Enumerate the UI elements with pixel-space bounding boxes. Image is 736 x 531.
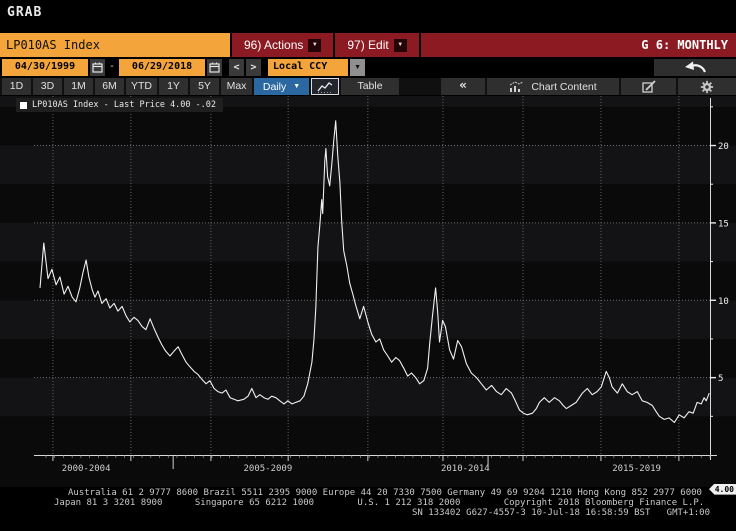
actions-menu[interactable]: 96) Actions ▼: [232, 33, 333, 57]
price-change-value: -.02: [195, 100, 217, 110]
frequency-select[interactable]: Daily ▼: [254, 78, 309, 95]
period-buttons: 1D 3D 1M 6M YTD 1Y 5Y Max: [2, 78, 252, 95]
period-button-ytd[interactable]: YTD: [126, 78, 157, 95]
series-swatch: [20, 101, 27, 109]
period-button-1d[interactable]: 1D: [2, 78, 31, 95]
period-button-max[interactable]: Max: [221, 78, 252, 95]
terminal-footer: Australia 61 2 9777 8600 Brazil 5511 239…: [0, 488, 736, 518]
period-button-6m[interactable]: 6M: [95, 78, 124, 95]
svg-text:5: 5: [718, 374, 723, 384]
chevron-right-icon[interactable]: >: [246, 59, 262, 76]
bloomberg-terminal-window: GRAB LP010AS Index 96) Actions ▼ 97) Edi…: [0, 0, 736, 531]
svg-text:2005-2009: 2005-2009: [243, 464, 292, 474]
undo-icon: [685, 61, 707, 73]
ticker-field[interactable]: LP010AS Index: [0, 33, 230, 57]
settings-button[interactable]: [678, 78, 736, 95]
svg-text:2000-2004: 2000-2004: [62, 464, 111, 474]
security-bar: LP010AS Index 96) Actions ▼ 97) Edit ▼ G…: [0, 33, 736, 57]
chevron-left-icon[interactable]: <: [229, 59, 245, 76]
price-chart[interactable]: 5 10 15 20 2000-2004 2005-2009 2010-2014 2015-2…: [0, 96, 736, 495]
annotate-button[interactable]: [621, 78, 676, 95]
chart-canvas[interactable]: 5 10 15 20 2000-2004 2005-2009 2010-2014 2015-2…: [0, 96, 736, 487]
svg-text:15: 15: [718, 219, 729, 229]
last-price-value: 4.00: [170, 100, 191, 110]
actions-label: 96) Actions: [244, 38, 304, 52]
period-button-1m[interactable]: 1M: [64, 78, 93, 95]
chevron-down-icon: ▼: [308, 38, 322, 52]
calendar-icon[interactable]: [207, 59, 223, 76]
edit-label: 97) Edit: [347, 38, 389, 52]
chevron-down-icon: ▼: [393, 38, 407, 52]
start-date-input[interactable]: 04/30/1999: [2, 59, 88, 76]
line-chart-icon: [317, 81, 333, 93]
chart-tools: « Chart Content: [441, 78, 736, 95]
period-button-1y[interactable]: 1Y: [159, 78, 188, 95]
period-button-3d[interactable]: 3D: [33, 78, 62, 95]
svg-text:20: 20: [718, 142, 729, 152]
divider: [418, 33, 421, 57]
svg-text:10: 10: [718, 297, 729, 307]
chevron-down-icon: ▼: [293, 83, 301, 90]
gear-icon: [700, 80, 714, 93]
currency-select[interactable]: Local CCY: [268, 59, 349, 76]
range-bar: 04/30/1999 - 06/29/2018 < > Local CCY ▼: [0, 59, 736, 76]
chart-view-label: G 6: MONTHLY: [641, 38, 728, 52]
svg-text:2010-2014: 2010-2014: [441, 464, 490, 474]
period-button-5y[interactable]: 5Y: [190, 78, 219, 95]
edit-menu[interactable]: 97) Edit ▼: [335, 33, 418, 57]
chart-content-button[interactable]: Chart Content: [487, 78, 619, 95]
dropdown-arrow-icon[interactable]: ▼: [350, 59, 366, 76]
svg-text:2015-2019: 2015-2019: [612, 464, 661, 474]
edit-note-icon: [641, 80, 656, 93]
table-button[interactable]: Table: [341, 78, 399, 95]
calendar-icon[interactable]: [90, 59, 105, 76]
date-range-separator: -: [109, 61, 116, 72]
end-date-input[interactable]: 06/29/2018: [119, 59, 206, 76]
collapse-button[interactable]: «: [441, 78, 485, 95]
chart-legend[interactable]: LP010AS Index - Last Price 4.00 -.02: [16, 98, 224, 112]
undo-button[interactable]: [654, 59, 736, 76]
title-bar: GRAB: [0, 0, 736, 33]
series-label: LP010AS Index - Last Price: [32, 100, 166, 110]
footer-phones-line1: Australia 61 2 9777 8600 Brazil 5511 239…: [68, 488, 702, 498]
chart-content-icon: [510, 80, 524, 92]
grab-label: GRAB: [7, 5, 43, 20]
chart-type-button[interactable]: [311, 78, 339, 95]
period-bar: 1D 3D 1M 6M YTD 1Y 5Y Max Daily ▼ Table « Chart…: [0, 78, 736, 95]
footer-phones-line2: Japan 81 3 3201 8900 Singapore 65 6212 1…: [54, 498, 705, 508]
footer-session-line: SN 133402 G627-4557-3 10-Jul-18 16:58:59…: [411, 508, 710, 518]
